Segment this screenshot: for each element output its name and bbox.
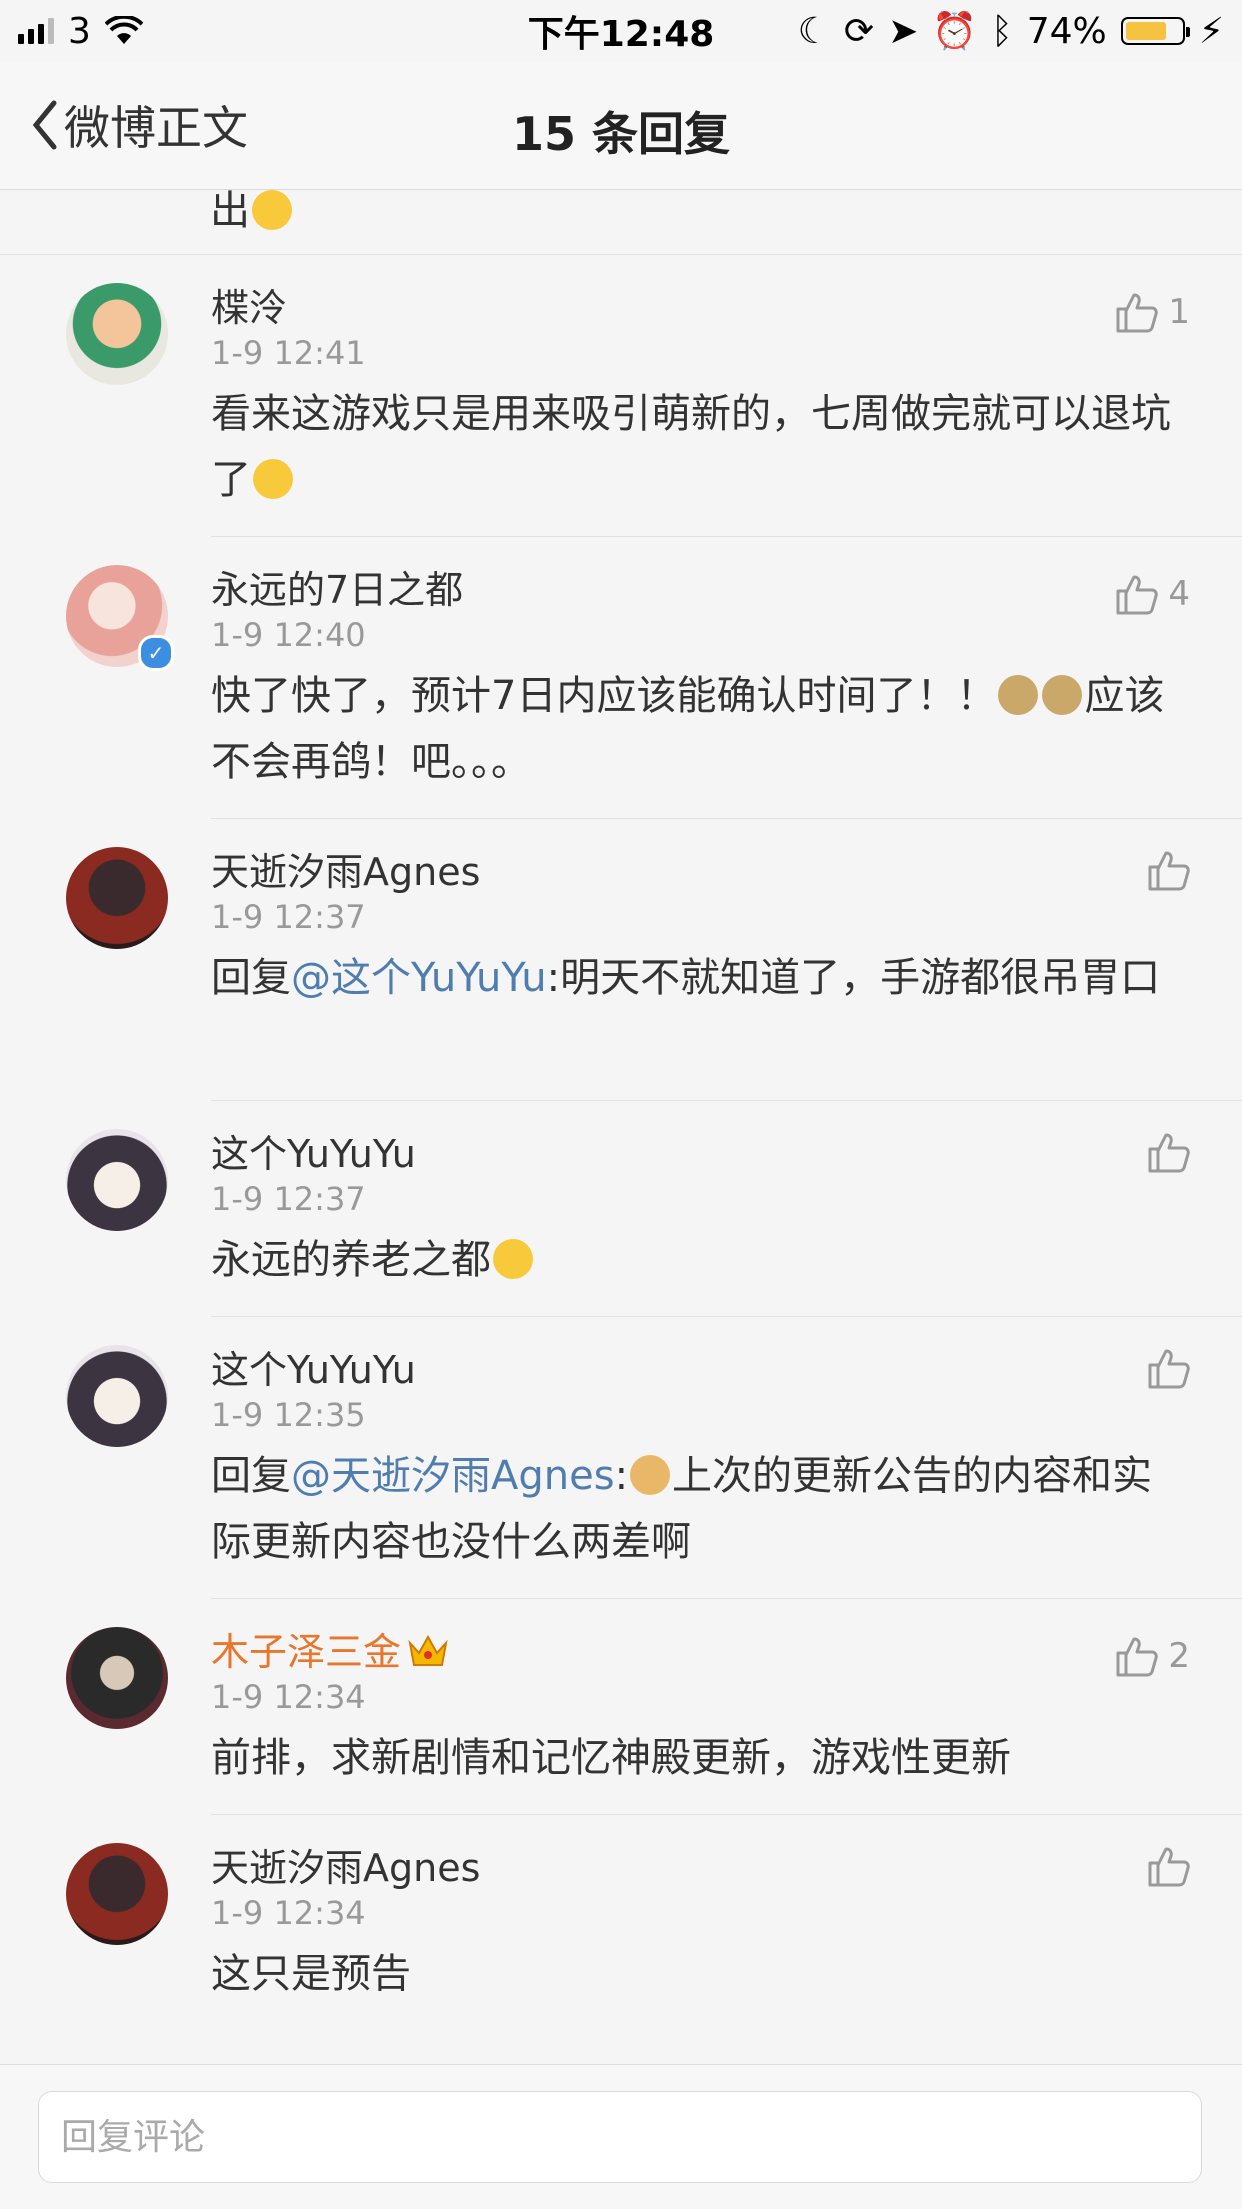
comment-list: 出 1 楪泠 1-9 12:41 看来这游戏只是用来吸引萌新的，七周做完就可以退… [0, 190, 1242, 1997]
comment-text: 永远的养老之都 [211, 1221, 1242, 1315]
comment-item: ✓ 4 永远的7日之都 1-9 12:40 快了快了，预计7日内应该能确认时间了… [0, 537, 1242, 819]
like-button[interactable] [1146, 1347, 1190, 1389]
reply-bar [0, 2064, 1242, 2209]
doge-emoji-icon [630, 1455, 671, 1495]
battery-fill [1125, 22, 1166, 40]
charging-icon: ⚡ [1198, 10, 1224, 52]
like-button[interactable]: 1 [1114, 291, 1190, 333]
comment-text: 看来这游戏只是用来吸引萌新的，七周做完就可以退坑了 [211, 391, 1171, 503]
comment-text: 这只是预告 [211, 1951, 411, 1997]
emoji-icon [1042, 675, 1083, 715]
comment-author[interactable]: 永远的7日之都 [211, 537, 1242, 613]
comment-time: 1-9 12:34 [211, 1678, 366, 1716]
thumbs-up-icon [1148, 1133, 1190, 1173]
like-button[interactable] [1146, 849, 1190, 891]
thumbs-up-icon [1116, 575, 1159, 615]
carrier-label: 3 [68, 10, 91, 52]
comment-item: 2 木子泽三金 1-9 12:34 前排，求新剧情和记忆神殿更新，游戏性更新 [0, 1599, 1242, 1815]
thumbs-up-icon [1148, 851, 1190, 891]
comment-author[interactable]: 天逝汐雨Agnes [211, 1815, 1242, 1891]
cellular-signal-icon [18, 18, 54, 44]
comment-author[interactable]: 木子泽三金 [211, 1599, 1242, 1675]
location-icon: ➤ [888, 10, 919, 52]
avatar[interactable] [66, 283, 168, 385]
thumbs-up-icon [1116, 293, 1159, 333]
rotation-lock-icon: ⟳ [843, 10, 875, 52]
comment-author[interactable]: 这个YuYuYu [211, 1101, 1242, 1177]
reply-input[interactable] [38, 2091, 1202, 2183]
like-count: 2 [1168, 1636, 1190, 1676]
avatar[interactable] [66, 1627, 168, 1729]
back-label: 微博正文 [64, 101, 248, 155]
status-left: 3 [18, 11, 143, 52]
comment-time: 1-9 12:37 [211, 898, 366, 936]
comment-item: 天逝汐雨Agnes 1-9 12:34 这只是预告 [0, 1815, 1242, 1997]
mention-link[interactable]: @这个YuYuYu [291, 955, 547, 1001]
comment-text: 快了快了，预计7日内应该能确认时间了！！ 应该不会再鸽！吧。。。 [211, 673, 1165, 785]
mention-link[interactable]: @天逝汐雨Agnes [291, 1453, 615, 1499]
moon-icon: ☾ [797, 10, 830, 52]
battery-icon [1120, 17, 1190, 45]
like-button[interactable] [1146, 1845, 1190, 1887]
crown-icon [408, 1634, 448, 1666]
avatar[interactable] [66, 1345, 168, 1447]
comment-author[interactable]: 楪泠 [211, 255, 1242, 331]
wifi-icon [104, 16, 143, 44]
comment-item: 这个YuYuYu 1-9 12:37 永远的养老之都 [0, 1101, 1242, 1317]
comment-author[interactable]: 这个YuYuYu [211, 1317, 1242, 1393]
comment-item: 1 楪泠 1-9 12:41 看来这游戏只是用来吸引萌新的，七周做完就可以退坑了 [0, 255, 1242, 537]
comment-text: 回复@天逝汐雨Agnes: 上次的更新公告的内容和实际更新内容也没什么两差啊 [211, 1453, 1153, 1565]
like-count: 4 [1168, 574, 1190, 614]
nav-bar: 微博正文 15 条回复 [0, 62, 1242, 190]
comment-item: 天逝汐雨Agnes 1-9 12:37 回复@这个YuYuYu:明天不就知道了，… [0, 819, 1242, 1101]
status-right: ☾ ⟳ ➤ ⏰ ᛒ 74% ⚡ [797, 10, 1224, 53]
comment-time: 1-9 12:35 [211, 1396, 366, 1434]
like-button[interactable]: 2 [1114, 1635, 1190, 1677]
avatar[interactable] [66, 1129, 168, 1231]
like-count: 1 [1168, 292, 1190, 332]
emoji-icon [998, 675, 1039, 715]
smile-emoji-icon [253, 459, 293, 499]
avatar[interactable] [66, 1843, 168, 1945]
thumbs-up-icon [1148, 1847, 1190, 1887]
chevron-left-icon [32, 100, 57, 150]
back-button[interactable]: 微博正文 [30, 92, 248, 158]
emoji-icon [252, 190, 292, 230]
bluetooth-icon: ᛒ [991, 10, 1013, 52]
comment-text: 前排，求新剧情和记忆神殿更新，游戏性更新 [211, 1735, 1011, 1781]
partial-comment-text: 出 [0, 190, 1242, 255]
yummy-emoji-icon [493, 1239, 533, 1279]
comment-text: 回复@这个YuYuYu:明天不就知道了，手游都很吊胃口 [211, 955, 1161, 1001]
comment-item: 这个YuYuYu 1-9 12:35 回复@天逝汐雨Agnes: 上次的更新公告的… [0, 1317, 1242, 1599]
status-bar: 3 下午12:48 ☾ ⟳ ➤ ⏰ ᛒ 74% ⚡ [0, 0, 1242, 62]
avatar[interactable] [66, 847, 168, 949]
thumbs-up-icon [1148, 1349, 1190, 1389]
thumbs-up-icon [1116, 1637, 1159, 1677]
verified-badge-icon: ✓ [138, 635, 174, 671]
comment-time: 1-9 12:41 [211, 334, 366, 372]
comment-time: 1-9 12:37 [211, 1180, 366, 1218]
comment-time: 1-9 12:40 [211, 616, 366, 654]
comment-author[interactable]: 天逝汐雨Agnes [211, 819, 1242, 895]
battery-percent: 74% [1026, 10, 1107, 52]
like-button[interactable] [1146, 1131, 1190, 1173]
comment-time: 1-9 12:34 [211, 1894, 366, 1932]
alarm-icon: ⏰ [932, 11, 978, 52]
like-button[interactable]: 4 [1114, 573, 1190, 615]
